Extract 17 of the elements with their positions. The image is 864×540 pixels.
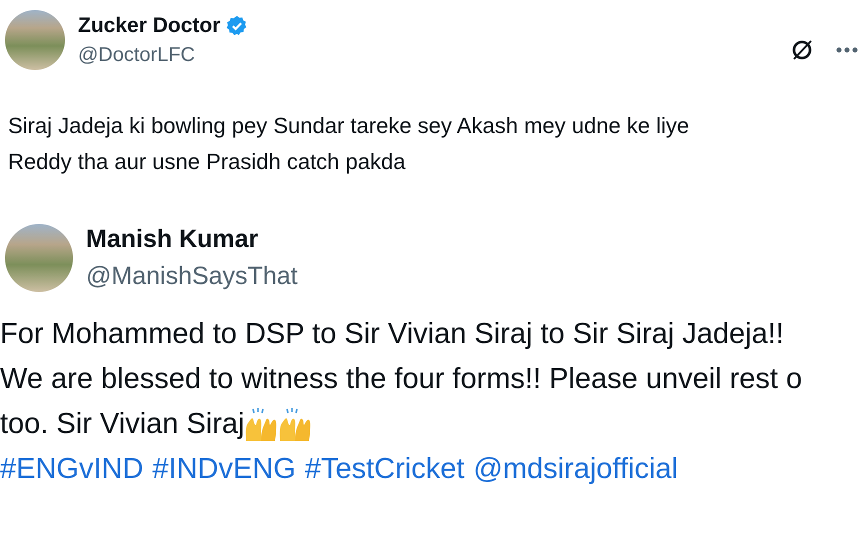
hashtag-link[interactable]: #TestCricket: [304, 447, 464, 492]
slashed-circle-icon[interactable]: [790, 38, 814, 62]
raised-hands-icon: [244, 406, 278, 442]
hashtag-link[interactable]: #INDvENG: [152, 447, 296, 492]
more-icon[interactable]: [836, 47, 858, 53]
quoted-tweet-text: We are blessed to witness the four forms!! Please unveil rest o: [0, 362, 802, 397]
tweet-text: Siraj Jadeja ki bowling pey Sundar tareke sey Akash mey udne ke liye: [8, 112, 690, 140]
quoted-tweet-text: too. Sir Vivian Siraj: [0, 407, 244, 442]
author-name[interactable]: Manish Kumar: [86, 225, 298, 254]
raised-hands-icon: [278, 406, 312, 442]
hashtag-link[interactable]: #ENGvIND: [0, 447, 144, 492]
author-handle[interactable]: @ManishSaysThat: [86, 262, 298, 291]
quoted-tweet-text: For Mohammed to DSP to Sir Vivian Siraj to Sir Siraj Jadeja!!: [0, 317, 784, 352]
author-handle[interactable]: @DoctorLFC: [78, 44, 248, 66]
hashtag-link[interactable]: @mdsirajofficial: [473, 447, 678, 492]
author-name[interactable]: Zucker Doctor: [78, 14, 220, 38]
tweet-text: Reddy tha aur usne Prasidh catch pakda: [8, 148, 406, 176]
